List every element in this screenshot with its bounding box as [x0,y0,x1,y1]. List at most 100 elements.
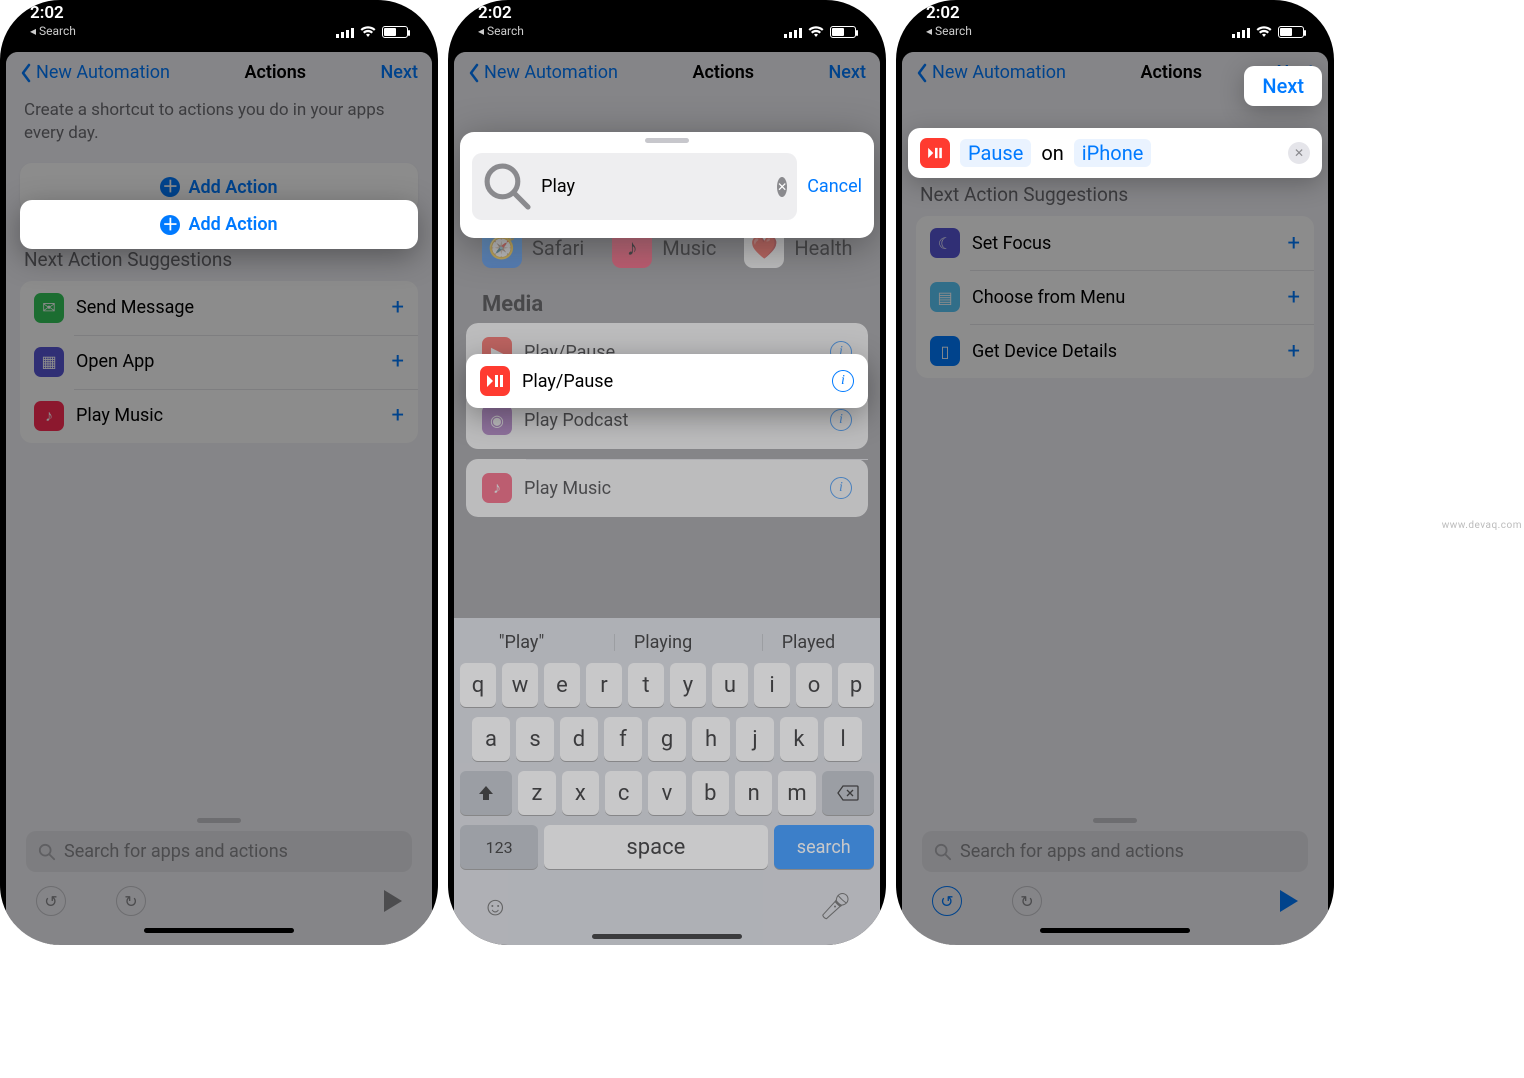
action-token[interactable]: Pause [960,139,1031,167]
message-icon: ✉︎ [34,293,64,323]
result-play-pause-highlight[interactable]: Play/Pause i [466,354,868,408]
key-n[interactable]: n [735,771,772,815]
info-icon[interactable]: i [832,370,854,392]
keyboard-suggestions[interactable]: "Play" Playing Played [454,624,880,663]
key-search[interactable]: search [774,825,875,869]
key-v[interactable]: v [648,771,685,815]
status-icons [784,26,856,38]
cancel-button[interactable]: Cancel [807,176,862,197]
key-p[interactable]: p [838,663,874,707]
dictation-button[interactable]: 🎤︎ [819,892,852,922]
key-t[interactable]: t [628,663,664,707]
podcast-icon: ◉ [482,405,512,435]
redo-button[interactable]: ↻ [116,886,146,916]
device-icon: ▯ [930,336,960,366]
status-bar: 2:02 ◂ Search [896,0,1334,40]
key-delete[interactable] [822,771,874,815]
key-i[interactable]: i [754,663,790,707]
home-indicator[interactable] [144,928,294,933]
key-c[interactable]: c [605,771,642,815]
run-button[interactable] [384,890,402,912]
next-button-highlight[interactable]: Next [1244,66,1322,106]
clear-search-icon[interactable]: ✕ [777,177,787,197]
key-b[interactable]: b [692,771,729,815]
key-u[interactable]: u [712,663,748,707]
add-icon[interactable]: + [392,403,404,428]
key-g[interactable]: g [648,717,686,761]
key-a[interactable]: a [472,717,510,761]
screen-2: 2:02 ◂ Search New Automation Actions Nex… [448,0,886,945]
key-z[interactable]: z [518,771,555,815]
suggestion-set-focus[interactable]: ☾ Set Focus + [916,216,1314,270]
add-icon[interactable]: + [392,295,404,320]
search-icon [934,843,952,861]
add-icon[interactable]: + [1288,339,1300,364]
sheet-grabber[interactable] [1093,818,1137,823]
screen-3: 2:02 ◂ Search New Automation Actions Nex… [896,0,1334,945]
suggestion-device-details[interactable]: ▯ Get Device Details + [916,324,1314,378]
undo-button[interactable]: ↺ [932,886,962,916]
key-r[interactable]: r [586,663,622,707]
key-o[interactable]: o [796,663,832,707]
breadcrumb-back[interactable]: ◂ Search [30,25,76,38]
status-time: 2:02 [926,4,972,23]
info-icon[interactable]: i [830,409,852,431]
key-k[interactable]: k [780,717,818,761]
suggestion-send-message[interactable]: ✉︎ Send Message + [20,281,418,335]
remove-action-icon[interactable]: ✕ [1288,142,1310,164]
key-w[interactable]: w [502,663,538,707]
key-l[interactable]: l [824,717,862,761]
home-indicator[interactable] [1040,928,1190,933]
next-button[interactable]: Next [829,62,866,83]
add-action-button-highlight[interactable]: ＋ Add Action [20,200,418,249]
key-s[interactable]: s [516,717,554,761]
search-placeholder: Search for apps and actions [64,841,288,862]
key-m[interactable]: m [778,771,815,815]
nav-bar: New Automation Actions Next [454,52,880,93]
suggestion-play-music[interactable]: ♪ Play Music + [20,389,418,443]
suggestion-choose-menu[interactable]: ▤ Choose from Menu + [916,270,1314,324]
action-pause-card[interactable]: Pause on iPhone ✕ [908,128,1322,178]
back-button[interactable]: New Automation [916,62,1066,83]
search-sheet: ✕ Cancel [460,132,874,238]
search-text[interactable] [541,176,769,197]
run-button[interactable] [1280,890,1298,912]
key-123[interactable]: 123 [460,825,538,869]
back-button[interactable]: New Automation [468,62,618,83]
emoji-button[interactable]: ☺ [482,891,509,922]
sheet-grabber[interactable] [197,818,241,823]
key-h[interactable]: h [692,717,730,761]
next-button[interactable]: Next [381,62,418,83]
key-d[interactable]: d [560,717,598,761]
add-icon[interactable]: + [1288,285,1300,310]
suggestions-list: ☾ Set Focus + ▤ Choose from Menu + ▯ Get… [916,216,1314,378]
key-x[interactable]: x [562,771,599,815]
redo-button[interactable]: ↻ [1012,886,1042,916]
undo-button[interactable]: ↺ [36,886,66,916]
key-shift[interactable] [460,771,512,815]
result-row[interactable]: ♪ Play Music i [466,459,868,517]
key-j[interactable]: j [736,717,774,761]
key-e[interactable]: e [544,663,580,707]
key-y[interactable]: y [670,663,706,707]
app-grid-icon: ▦ [34,347,64,377]
search-field[interactable]: Search for apps and actions [922,831,1308,872]
device-token[interactable]: iPhone [1074,139,1152,167]
key-f[interactable]: f [604,717,642,761]
key-space[interactable]: space [544,825,767,869]
breadcrumb-back[interactable]: ◂ Search [478,25,524,38]
add-icon[interactable]: + [392,349,404,374]
search-field[interactable]: Search for apps and actions [26,831,412,872]
add-icon[interactable]: + [1288,231,1300,256]
home-indicator[interactable] [592,934,742,939]
back-button[interactable]: New Automation [20,62,170,83]
status-bar: 2:02 ◂ Search [0,0,438,40]
search-input[interactable]: ✕ [472,153,797,220]
wifi-icon [1256,26,1272,38]
suggestion-open-app[interactable]: ▦ Open App + [20,335,418,389]
key-q[interactable]: q [460,663,496,707]
battery-icon [1278,26,1304,38]
breadcrumb-back[interactable]: ◂ Search [926,25,972,38]
keyboard[interactable]: "Play" Playing Played qwertyuiop asdfghj… [454,618,880,945]
info-icon[interactable]: i [830,477,852,499]
